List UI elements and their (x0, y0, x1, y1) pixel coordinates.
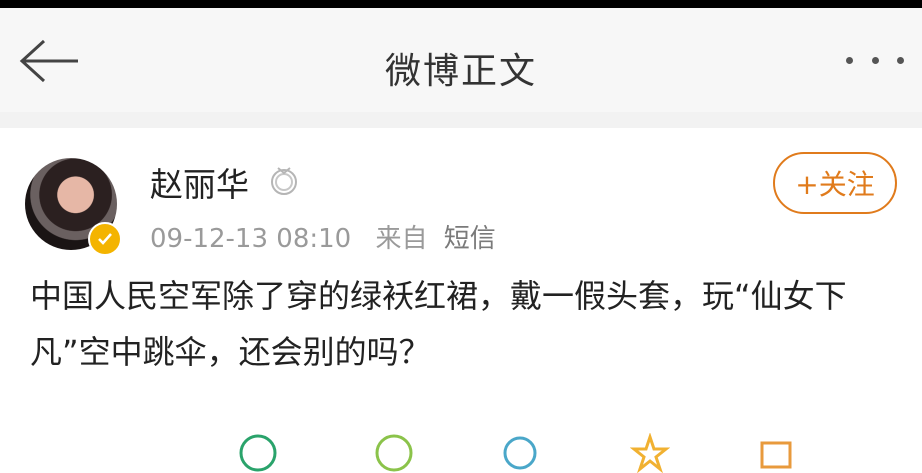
share-icon[interactable] (500, 433, 540, 473)
source-app[interactable]: 短信 (444, 224, 496, 254)
page-title: 微博正文 (384, 51, 537, 92)
nav-header: 微博正文 (0, 8, 922, 112)
source-prefix: 来自 (375, 224, 428, 254)
repost-icon[interactable] (238, 433, 278, 473)
post-timestamp: 09-12-13 08:10 (150, 224, 352, 254)
medal-icon[interactable] (268, 164, 300, 196)
favorite-icon[interactable] (630, 433, 670, 473)
status-bar (0, 0, 922, 8)
verified-badge-icon (88, 222, 122, 256)
gift-icon[interactable] (756, 433, 796, 473)
more-dots-icon (846, 56, 853, 64)
post-content: 中国人民空军除了穿的绿袄红裙，戴一假头套，玩“仙女下凡”空中跳伞，还会别的吗？ (30, 277, 847, 371)
author-name[interactable]: 赵丽华 (150, 158, 249, 206)
weibo-post: 赵丽华 09-12-13 08:10 来自 短信 +关注 中国人民空军除了穿的绿… (0, 128, 922, 473)
follow-button[interactable]: +关注 (773, 152, 897, 214)
more-button[interactable] (846, 48, 904, 72)
comment-icon[interactable] (374, 433, 414, 473)
section-divider (0, 112, 922, 128)
post-meta: 09-12-13 08:10 来自 短信 (150, 218, 496, 255)
